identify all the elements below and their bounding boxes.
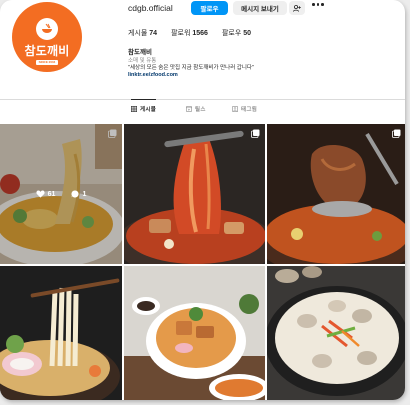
- likes-count: 61: [36, 190, 56, 198]
- tab-tagged-label: 태그됨: [241, 107, 258, 113]
- tagged-icon: [232, 106, 238, 112]
- following-count-label: 팔로우: [221, 30, 242, 37]
- suggest-user-button[interactable]: [289, 1, 305, 15]
- post-image-4: [0, 266, 122, 400]
- post-thumbnail-5[interactable]: [124, 266, 265, 400]
- grid-icon: [131, 106, 137, 112]
- tab-reels-label: 릴스: [195, 107, 206, 113]
- follow-button[interactable]: 팔로우: [191, 1, 228, 15]
- avatar-since-label: SINCE 2004: [35, 59, 59, 65]
- followers-count-value: 1566: [192, 30, 208, 37]
- post-thumbnail-4[interactable]: [0, 266, 122, 400]
- avatar-brand-name: 참도깨비: [24, 43, 70, 58]
- post-thumbnail-6[interactable]: [267, 266, 405, 400]
- more-options-icon[interactable]: [312, 3, 324, 6]
- multi-post-icon: [251, 129, 260, 138]
- followers-count[interactable]: 팔로워 1566: [171, 28, 208, 38]
- bowl-logo-icon: [36, 17, 58, 40]
- tab-reels[interactable]: 릴스: [186, 105, 206, 113]
- post-thumbnail-3[interactable]: [267, 124, 405, 264]
- post-hover-overlay: 61 1: [0, 124, 122, 264]
- posts-grid: 61 1: [0, 124, 405, 400]
- reels-icon: [186, 106, 192, 112]
- heart-icon: [36, 190, 45, 198]
- comment-icon: [71, 190, 80, 198]
- tabs-divider: [0, 99, 405, 100]
- profile-stats: 게시물 74 팔로워 1566 팔로우 50: [128, 28, 265, 38]
- comments-count: 1: [71, 190, 86, 198]
- post-image-5: [124, 266, 265, 400]
- profile-username: cdgb.official: [128, 3, 173, 13]
- post-thumbnail-2[interactable]: [124, 124, 265, 264]
- add-user-icon: [293, 4, 301, 12]
- posts-count-value: 74: [149, 30, 158, 37]
- likes-count-value: 61: [47, 190, 56, 198]
- tab-posts-label: 게시물: [140, 107, 157, 113]
- multi-post-icon: [392, 129, 401, 138]
- profile-link[interactable]: linktr.ee/zfood.com: [128, 72, 178, 78]
- profile-avatar[interactable]: 참도깨비 SINCE 2004: [12, 2, 82, 72]
- followers-count-label: 팔로워: [171, 30, 191, 37]
- profile-display-name: 참도깨비: [128, 49, 152, 56]
- instagram-profile-card: 참도깨비 SINCE 2004 cdgb.official 팔로우 메시지 보내…: [0, 0, 405, 400]
- post-image-2: [124, 124, 265, 264]
- comments-count-value: 1: [82, 190, 87, 198]
- profile-bio: "세상의 모든 숨은 맛집 지금 참도깨비가 만나러 갑니다": [128, 65, 254, 71]
- post-thumbnail-1[interactable]: 61 1: [0, 124, 122, 264]
- following-count[interactable]: 팔로우 50: [222, 28, 251, 38]
- post-image-3: [267, 124, 405, 264]
- tab-tagged[interactable]: 태그됨: [232, 105, 257, 113]
- posts-count[interactable]: 게시물 74: [128, 28, 157, 38]
- following-count-value: 50: [243, 30, 252, 37]
- posts-count-label: 게시물: [128, 30, 148, 37]
- tab-posts[interactable]: 게시물: [131, 99, 157, 113]
- message-button[interactable]: 메시지 보내기: [233, 1, 287, 15]
- post-image-6: [267, 266, 405, 400]
